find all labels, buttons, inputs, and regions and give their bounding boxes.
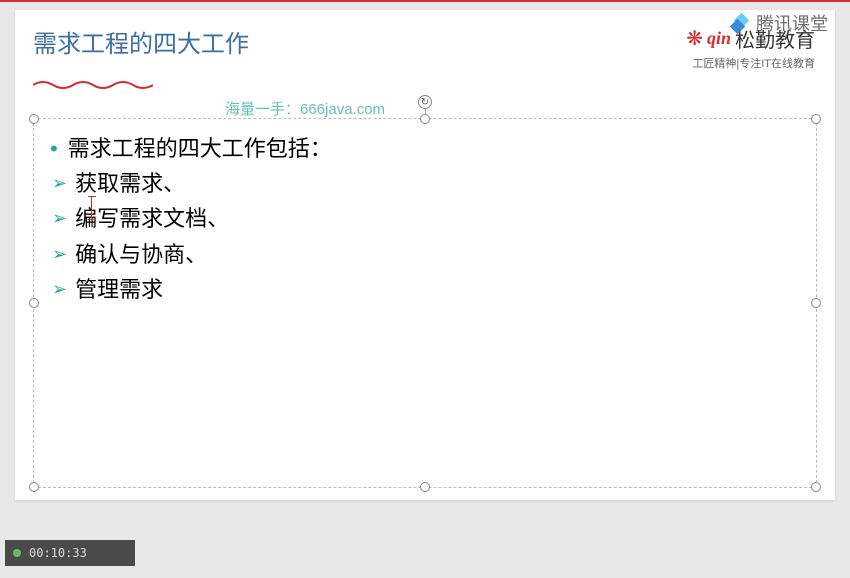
list-item: ➢ 确认与协商、: [50, 237, 816, 272]
list-item-text[interactable]: 编写需求文档、: [75, 201, 229, 236]
resize-handle[interactable]: [29, 482, 39, 492]
content-textbox[interactable]: ↻ • 需求工程的四大工作包括： ➢ 获取需求、 ➢ 编写需求文档、 ➢: [33, 118, 817, 488]
top-border: [0, 0, 850, 2]
text-cursor-icon: [91, 196, 93, 220]
brand-script: qin: [707, 28, 731, 49]
player-time: 00:10:33: [29, 546, 87, 560]
resize-handle[interactable]: [29, 114, 39, 124]
list-item-text[interactable]: 确认与协商、: [75, 237, 207, 272]
divider-squiggle: [33, 79, 835, 91]
list-item: • 需求工程的四大工作包括：: [50, 131, 816, 166]
brand-mark-icon: ❋: [686, 26, 703, 51]
source-watermark: 海量一手：666java.com: [225, 98, 385, 119]
tencent-label: 腾讯课堂: [756, 10, 828, 36]
resize-handle[interactable]: [29, 298, 39, 308]
tencent-watermark: 腾讯课堂: [732, 10, 828, 36]
resize-handle[interactable]: [811, 298, 821, 308]
slide-header: 需求工程的四大工作 ❋ qin 松勤教育 工匠精神|专注IT在线教育: [15, 10, 835, 75]
rotate-handle-icon[interactable]: ↻: [418, 95, 432, 109]
resize-handle[interactable]: [420, 482, 430, 492]
bullet-arrow-icon: ➢: [52, 237, 67, 271]
list-item: ➢ 获取需求、: [50, 166, 816, 201]
bullet-arrow-icon: ➢: [52, 272, 67, 306]
brand-tagline: 工匠精神|专注IT在线教育: [686, 55, 815, 71]
bullet-arrow-icon: ➢: [52, 166, 67, 200]
slide: 需求工程的四大工作 ❋ qin 松勤教育 工匠精神|专注IT在线教育 海量一手：…: [15, 10, 835, 500]
bullet-arrow-icon: ➢: [52, 201, 67, 235]
slide-title: 需求工程的四大工作: [33, 24, 249, 71]
list-item-text[interactable]: 管理需求: [75, 272, 163, 307]
bullet-dot-icon: •: [50, 131, 58, 166]
list-item: ➢ 管理需求: [50, 272, 816, 307]
live-indicator-icon: [13, 549, 21, 557]
content-list[interactable]: • 需求工程的四大工作包括： ➢ 获取需求、 ➢ 编写需求文档、 ➢ 确认与协商…: [34, 119, 816, 307]
resize-handle[interactable]: [811, 482, 821, 492]
list-item: ➢ 编写需求文档、: [50, 201, 816, 236]
tencent-icon: [732, 14, 750, 32]
resize-handle[interactable]: [420, 114, 430, 124]
list-item-text[interactable]: 需求工程的四大工作包括：: [68, 131, 332, 166]
resize-handle[interactable]: [811, 114, 821, 124]
player-bar[interactable]: 00:10:33: [5, 540, 135, 566]
